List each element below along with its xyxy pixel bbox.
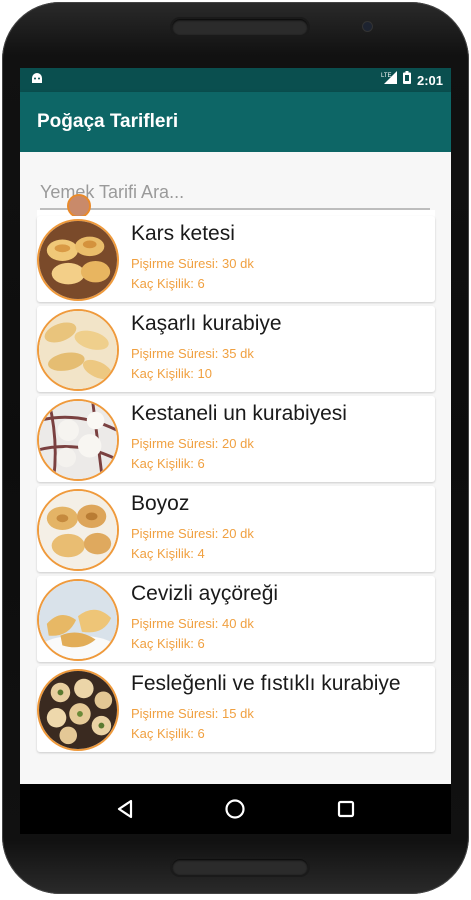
app-title: Poğaça Tarifleri	[37, 111, 179, 132]
svg-text:LTE: LTE	[381, 73, 392, 79]
search-input[interactable]	[40, 178, 430, 206]
status-bar: LTE 2:01	[20, 68, 451, 92]
recipe-cook-time: Pişirme Süresi: 20 dk	[131, 526, 254, 541]
recipe-cook-time: Pişirme Süresi: 40 dk	[131, 616, 254, 631]
app-bar: Poğaça Tarifleri	[20, 92, 451, 152]
list-item[interactable]: Cevizli ayçöreği Pişirme Süresi: 40 dk K…	[37, 576, 435, 662]
back-icon[interactable]	[110, 794, 140, 824]
recipe-cook-time: Pişirme Süresi: 35 dk	[131, 346, 254, 361]
cevizli-aycoregi-photo	[37, 579, 119, 661]
recipe-title: Fesleğenli ve fıstıklı kurabiye	[131, 672, 401, 695]
recipe-title: Boyoz	[131, 492, 190, 515]
recipe-servings: Kaç Kişilik: 6	[131, 456, 205, 471]
recipe-cook-time: Pişirme Süresi: 15 dk	[131, 706, 254, 721]
feslegenli-kurabiye-photo	[37, 669, 119, 751]
battery-icon	[402, 71, 411, 89]
list-item[interactable]: Kaşarlı kurabiye Pişirme Süresi: 35 dk K…	[37, 306, 435, 392]
top-speaker	[170, 17, 310, 37]
recipe-cook-time: Pişirme Süresi: 30 dk	[131, 256, 254, 271]
recents-icon[interactable]	[331, 794, 361, 824]
recipe-title: Cevizli ayçöreği	[131, 582, 279, 605]
search-field[interactable]	[40, 178, 430, 210]
kestaneli-kurabiye-photo	[37, 399, 119, 481]
recipe-servings: Kaç Kişilik: 6	[131, 276, 205, 291]
home-icon[interactable]	[220, 794, 250, 824]
list-item[interactable]: Fesleğenli ve fıstıklı kurabiye Pişirme …	[37, 666, 435, 752]
boyoz-photo	[37, 489, 119, 571]
kars-ketesi-photo	[37, 219, 119, 301]
front-camera	[362, 21, 373, 32]
recipe-title: Kestaneli un kurabiyesi	[131, 402, 347, 425]
lte-signal-icon: LTE	[381, 71, 397, 89]
navigation-bar	[20, 784, 451, 834]
list-item[interactable]: Kestaneli un kurabiyesi Pişirme Süresi: …	[37, 396, 435, 482]
android-icon	[30, 71, 44, 89]
status-time: 2:01	[416, 72, 443, 88]
recipe-thumbnail	[67, 194, 91, 218]
recipe-servings: Kaç Kişilik: 6	[131, 726, 205, 741]
list-item[interactable]: Kars ketesi Pişirme Süresi: 30 dk Kaç Ki…	[37, 216, 435, 302]
recipe-servings: Kaç Kişilik: 4	[131, 546, 205, 561]
recipe-title: Kaşarlı kurabiye	[131, 312, 282, 335]
list-item[interactable]: Boyoz Pişirme Süresi: 20 dk Kaç Kişilik:…	[37, 486, 435, 572]
bottom-speaker	[170, 857, 310, 877]
recipe-title: Kars ketesi	[131, 222, 235, 245]
content-area: Kars ketesi Pişirme Süresi: 30 dk Kaç Ki…	[20, 152, 451, 784]
recipe-cook-time: Pişirme Süresi: 20 dk	[131, 436, 254, 451]
kasarli-kurabiye-photo	[37, 309, 119, 391]
screen: LTE 2:01 Poğaça Tarifleri Kars ketesi	[20, 68, 451, 784]
recipe-servings: Kaç Kişilik: 10	[131, 366, 212, 381]
recipe-servings: Kaç Kişilik: 6	[131, 636, 205, 651]
